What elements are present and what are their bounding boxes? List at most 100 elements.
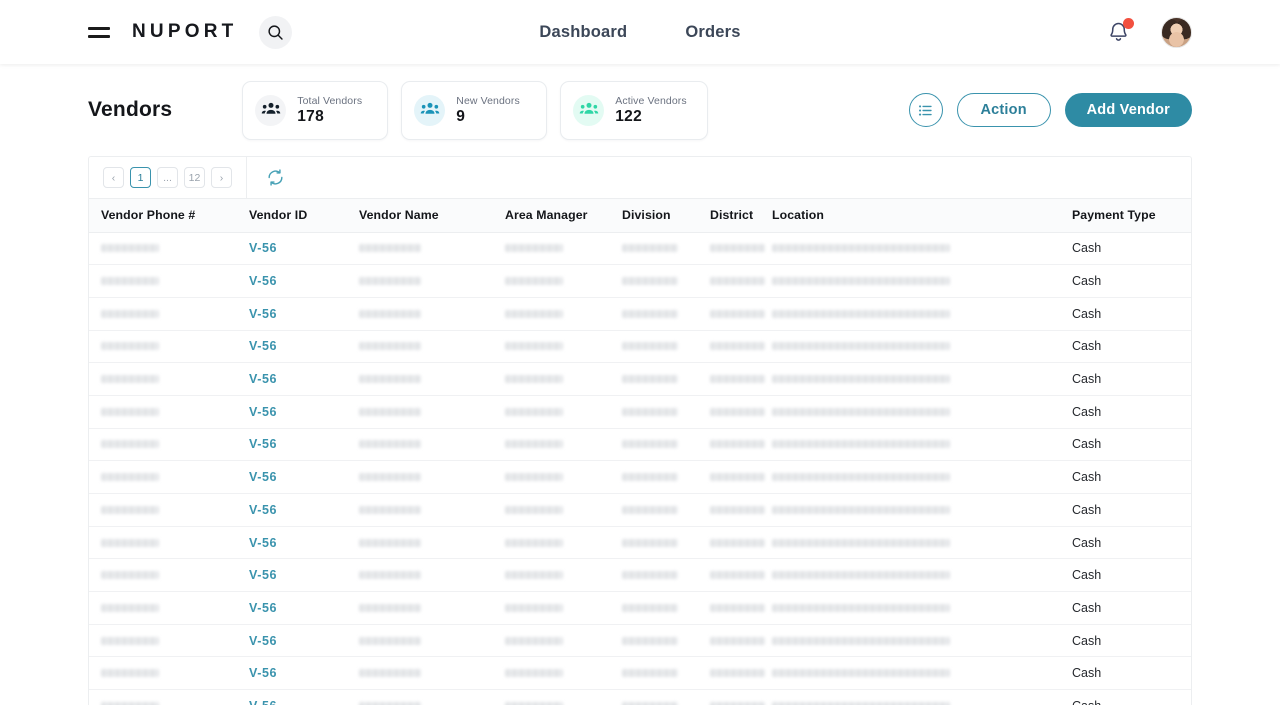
- table-row[interactable]: V-56 Cash: [89, 656, 1191, 691]
- refresh-icon[interactable]: [247, 157, 289, 198]
- nav-item-orders[interactable]: Orders: [685, 23, 740, 42]
- stat-card-active-vendors[interactable]: Active Vendors 122: [560, 80, 709, 140]
- hamburger-bar: [88, 34, 110, 38]
- table-row[interactable]: V-56 Cash: [89, 558, 1191, 593]
- cell-location: [760, 232, 1060, 266]
- vendor-id-link[interactable]: V-56: [249, 339, 277, 353]
- cell-district: [698, 591, 765, 625]
- redacted-value: [622, 473, 678, 482]
- brand-logo[interactable]: NUPORT: [132, 21, 237, 43]
- page-body: Vendors Total Vendors 178 New Vendors 9 …: [0, 64, 1280, 720]
- cell-payment-type: Cash: [1060, 493, 1191, 527]
- pagination-page-12[interactable]: 12: [184, 167, 205, 188]
- vendors-table: Vendor Phone # Vendor ID Vendor Name Are…: [89, 199, 1191, 705]
- vendor-id-link[interactable]: V-56: [249, 470, 277, 484]
- cell-payment-type: Cash: [1060, 232, 1191, 266]
- redacted-value: [359, 473, 421, 482]
- table-row[interactable]: V-56 Cash: [89, 624, 1191, 658]
- pagination: ‹ 1 ... 12 ›: [89, 157, 247, 198]
- cell-vendor-name: [347, 330, 493, 364]
- column-header-vendor-name[interactable]: Vendor Name: [347, 199, 493, 233]
- table-row[interactable]: V-56 Cash: [89, 460, 1191, 494]
- avatar[interactable]: [1161, 16, 1192, 48]
- table-row[interactable]: V-56 Cash: [89, 264, 1191, 298]
- redacted-value: [505, 636, 563, 645]
- redacted-value: [622, 309, 678, 318]
- stat-card-total-vendors[interactable]: Total Vendors 178: [242, 80, 389, 140]
- redacted-value: [359, 571, 421, 580]
- vendor-id-link[interactable]: V-56: [249, 699, 277, 705]
- vendor-id-link[interactable]: V-56: [249, 568, 277, 582]
- column-header-district[interactable]: District: [698, 199, 760, 233]
- stat-card-new-vendors[interactable]: New Vendors 9: [401, 80, 548, 140]
- pagination-page-1[interactable]: 1: [130, 167, 151, 188]
- cell-vendor-id: V-56: [237, 428, 347, 462]
- table-row[interactable]: V-56 Cash: [89, 297, 1191, 331]
- cell-division: [610, 362, 698, 396]
- pagination-next[interactable]: ›: [211, 167, 232, 188]
- stat-value: 9: [456, 107, 466, 125]
- vendor-id-link[interactable]: V-56: [249, 634, 277, 648]
- vendor-id-link[interactable]: V-56: [249, 666, 277, 680]
- redacted-value: [359, 244, 421, 253]
- pagination-prev[interactable]: ‹: [103, 167, 124, 188]
- cell-vendor-id: V-56: [237, 558, 347, 593]
- redacted-value: [710, 244, 765, 253]
- column-header-vendor-id[interactable]: Vendor ID: [237, 199, 347, 233]
- bell-icon[interactable]: [1107, 18, 1134, 45]
- search-icon[interactable]: [259, 15, 293, 49]
- vendor-id-link[interactable]: V-56: [249, 503, 277, 517]
- column-header-area-manager[interactable]: Area Manager: [493, 199, 610, 233]
- vendor-id-link[interactable]: V-56: [249, 372, 277, 386]
- cell-vendor-phone: [89, 558, 237, 593]
- cell-payment-type: Cash: [1060, 330, 1191, 364]
- vendor-id-link[interactable]: V-56: [249, 274, 277, 288]
- redacted-value: [359, 342, 421, 351]
- cell-vendor-name: [347, 624, 493, 658]
- column-header-vendor-phone[interactable]: Vendor Phone #: [89, 199, 237, 233]
- column-header-division[interactable]: Division: [610, 199, 698, 233]
- redacted-value: [101, 603, 159, 612]
- column-header-location[interactable]: Location: [760, 199, 1060, 233]
- table-row[interactable]: V-56 Cash: [89, 526, 1191, 560]
- table-row[interactable]: V-56 Cash: [89, 689, 1191, 705]
- redacted-value: [772, 538, 950, 547]
- add-vendor-button[interactable]: Add Vendor: [1064, 93, 1192, 127]
- vendor-id-link[interactable]: V-56: [249, 405, 277, 419]
- cell-vendor-id: V-56: [237, 460, 347, 494]
- table-row[interactable]: V-56 Cash: [89, 395, 1191, 429]
- column-header-payment-type[interactable]: Payment Type: [1060, 199, 1191, 233]
- redacted-value: [101, 669, 159, 678]
- redacted-value: [505, 440, 563, 449]
- table-row[interactable]: V-56 Cash: [89, 232, 1191, 266]
- cell-area-manager: [493, 362, 610, 396]
- cell-vendor-id: V-56: [237, 264, 347, 298]
- table-row[interactable]: V-56 Cash: [89, 362, 1191, 396]
- hamburger-icon[interactable]: [88, 23, 110, 41]
- avatar-image: [1162, 17, 1191, 47]
- vendor-id-link[interactable]: V-56: [249, 601, 277, 615]
- cell-vendor-phone: [89, 624, 237, 658]
- cell-vendor-id: V-56: [237, 297, 347, 331]
- vendor-id-link[interactable]: V-56: [249, 536, 277, 550]
- vendor-id-link[interactable]: V-56: [249, 437, 277, 451]
- table-row[interactable]: V-56 Cash: [89, 493, 1191, 527]
- table-row[interactable]: V-56 Cash: [89, 591, 1191, 625]
- cell-district: [698, 526, 765, 560]
- table-row[interactable]: V-56 Cash: [89, 330, 1191, 364]
- table-row[interactable]: V-56 Cash: [89, 428, 1191, 462]
- list-icon[interactable]: [908, 93, 943, 127]
- action-button[interactable]: Action: [956, 93, 1051, 127]
- redacted-value: [101, 701, 159, 705]
- vendor-id-link[interactable]: V-56: [249, 307, 277, 321]
- redacted-value: [101, 505, 159, 514]
- redacted-value: [101, 342, 159, 351]
- nav-item-dashboard[interactable]: Dashboard: [539, 23, 627, 42]
- redacted-value: [505, 505, 563, 514]
- pagination-ellipsis[interactable]: ...: [157, 167, 178, 188]
- cell-district: [698, 656, 765, 691]
- redacted-value: [622, 669, 678, 678]
- redacted-value: [622, 603, 678, 612]
- redacted-value: [101, 277, 159, 286]
- vendor-id-link[interactable]: V-56: [249, 241, 277, 255]
